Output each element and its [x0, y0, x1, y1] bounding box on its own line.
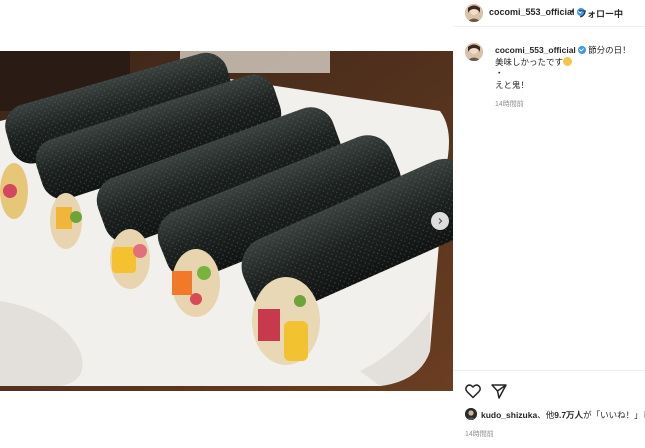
- header-separator: •: [571, 6, 575, 16]
- heart-icon[interactable]: [464, 382, 482, 400]
- likes-suffix: が「いいね！」し: [583, 410, 645, 420]
- chevron-right-icon: [438, 218, 443, 224]
- liker-avatar: [465, 408, 477, 420]
- liker-username[interactable]: kudo_shizuka: [481, 410, 537, 420]
- post-photo-pane: [0, 0, 453, 448]
- post-timestamp: 14時間前: [465, 431, 494, 438]
- verified-badge-icon: [577, 46, 586, 54]
- post-sidebar: cocomi_553_official • フォロー中 cocomi_553_o…: [453, 0, 645, 448]
- caption-line-2: 美味しかったです: [495, 56, 564, 67]
- paper-plane-icon[interactable]: [490, 382, 508, 400]
- likes-summary[interactable]: kudo_shizuka、他9.7万人が「いいね！」し: [465, 407, 645, 421]
- caption-line-3: ・: [495, 68, 504, 78]
- likes-text: kudo_shizuka、他9.7万人が「いいね！」し: [481, 409, 645, 421]
- smiling-face-emoji-icon: [563, 56, 573, 66]
- actions-divider: [453, 370, 645, 371]
- likes-count[interactable]: 9.7万人: [554, 410, 583, 420]
- following-button[interactable]: フォロー中: [578, 7, 623, 20]
- likes-mid: 、他: [537, 410, 555, 420]
- caption-text: cocomi_553_official 節分の日！ 美味しかったです ・ えと鬼…: [495, 45, 645, 91]
- next-photo-button[interactable]: [431, 212, 449, 230]
- caption-line-1: 節分の日！: [588, 45, 631, 55]
- post-photo[interactable]: [0, 51, 453, 391]
- caption-author-avatar[interactable]: [465, 43, 483, 61]
- author-avatar[interactable]: [465, 4, 483, 22]
- caption-username[interactable]: cocomi_553_official: [495, 45, 576, 55]
- post-header: cocomi_553_official • フォロー中: [453, 0, 645, 27]
- caption-line-4: えと鬼！: [495, 79, 530, 90]
- caption-timestamp: 14時間前: [495, 101, 524, 108]
